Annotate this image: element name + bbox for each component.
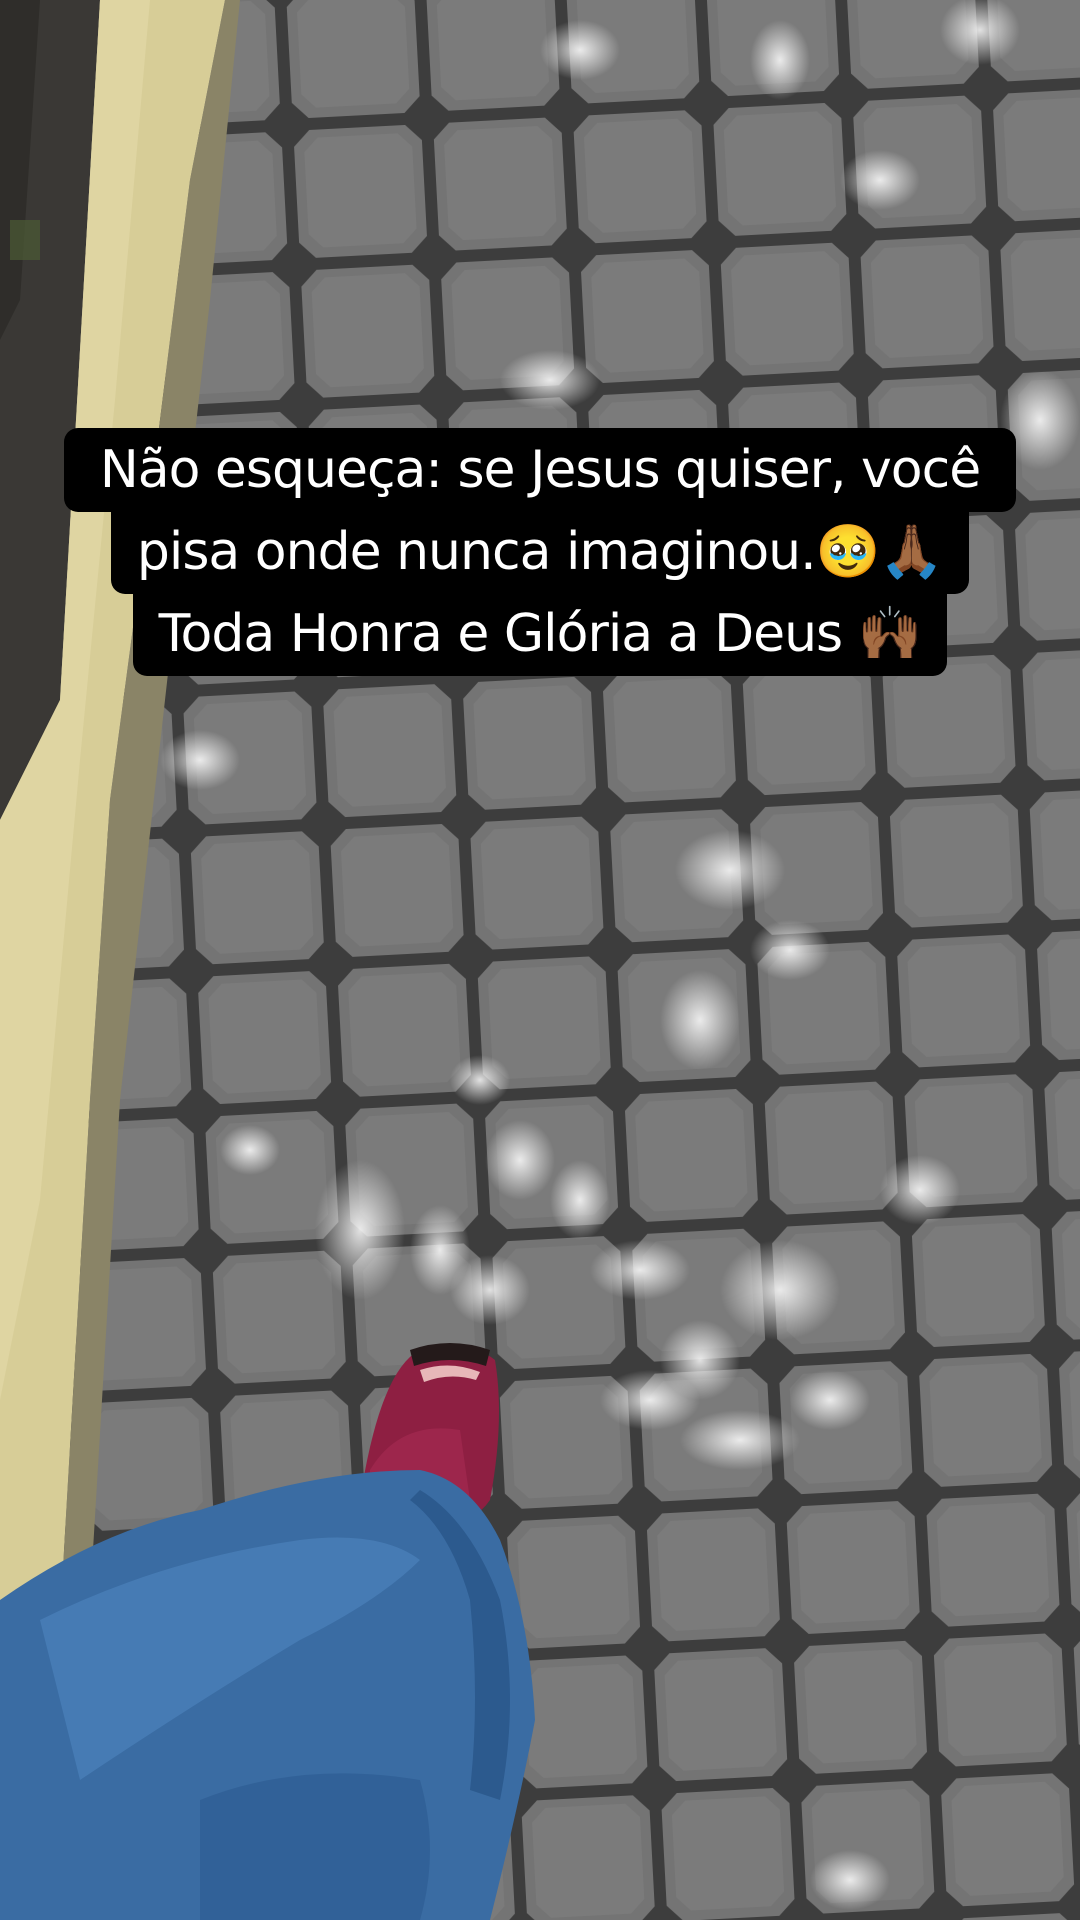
story-caption: Não esqueça: se Jesus quiser, você pisa … <box>0 428 1080 676</box>
caption-line-3: Toda Honra e Glória a Deus 🙌🏾 <box>132 592 948 676</box>
background-photo <box>0 0 1080 1920</box>
caption-line-2: pisa onde nunca imaginou.🥹🙏🏾 <box>110 510 970 594</box>
caption-line-1: Não esqueça: se Jesus quiser, você <box>63 428 1017 512</box>
pavement-scene <box>0 0 1080 1920</box>
